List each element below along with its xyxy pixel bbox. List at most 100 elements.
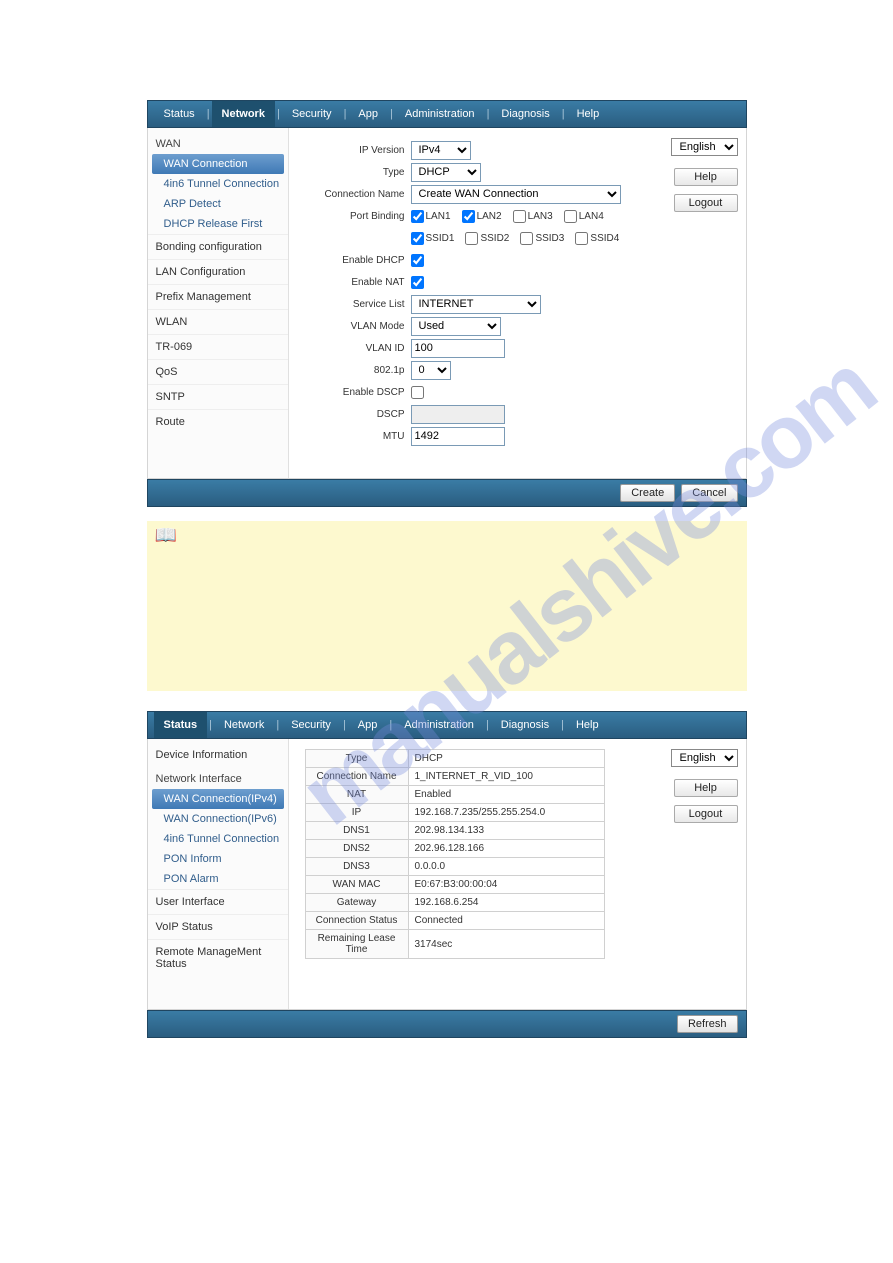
table-row: IP192.168.7.235/255.255.254.0 [305,804,604,822]
sidebar-item-lan[interactable]: LAN Configuration [148,259,288,284]
sidebar-remote-mgmt[interactable]: Remote ManageMent Status [148,939,288,976]
port-binding-row2: SSID1 SSID2 SSID3 SSID4 [411,232,628,245]
label-8021p: 802.1p [295,365,411,376]
tab-security-2[interactable]: Security [281,712,341,738]
label-vlan-mode: VLAN Mode [295,321,411,332]
sidebar-item-pon-alarm[interactable]: PON Alarm [148,869,288,889]
dscp-input [411,405,505,424]
table-row: Gateway192.168.6.254 [305,894,604,912]
label-service-list: Service List [295,299,411,310]
sidebar-item-wan-ipv4[interactable]: WAN Connection(IPv4) [152,789,284,809]
footer: Create Cancel [147,479,747,507]
tab-status[interactable]: Status [154,101,205,127]
sidebar-item-route[interactable]: Route [148,409,288,434]
tab-help[interactable]: Help [567,101,610,127]
chk-lan2[interactable] [462,210,475,223]
sidebar-item-4in6[interactable]: 4in6 Tunnel Connection [148,174,288,194]
sidebar-item-tr069[interactable]: TR-069 [148,334,288,359]
sidebar-item-4in6-2[interactable]: 4in6 Tunnel Connection [148,829,288,849]
vlan-id-input[interactable] [411,339,505,358]
help-button[interactable]: Help [674,168,738,186]
table-row: DNS1202.98.134.133 [305,822,604,840]
tab-diagnosis[interactable]: Diagnosis [491,101,559,127]
service-list-select[interactable]: INTERNET [411,295,541,314]
chk-lan1[interactable] [411,210,424,223]
tab-administration-2[interactable]: Administration [394,712,484,738]
sidebar-item-wlan[interactable]: WLAN [148,309,288,334]
info-area: TypeDHCP Connection Name1_INTERNET_R_VID… [289,739,668,1009]
screenshot-1: Status| Network| Security| App| Administ… [147,100,747,507]
connection-name-select[interactable]: Create WAN Connection [411,185,621,204]
port-binding-row1: LAN1 LAN2 LAN3 LAN4 [411,210,612,223]
status-table: TypeDHCP Connection Name1_INTERNET_R_VID… [305,749,605,959]
chk-enable-dscp[interactable] [411,386,424,399]
sidebar: WAN WAN Connection 4in6 Tunnel Connectio… [148,128,289,478]
table-row: WAN MACE0:67:B3:00:00:04 [305,876,604,894]
sidebar-item-wan-ipv6[interactable]: WAN Connection(IPv6) [148,809,288,829]
table-row: Remaining Lease Time3174sec [305,930,604,959]
refresh-button[interactable]: Refresh [677,1015,738,1033]
sidebar-item-wan-connection[interactable]: WAN Connection [152,154,284,174]
logout-button[interactable]: Logout [674,194,738,212]
tab-app-2[interactable]: App [348,712,388,738]
sidebar-item-bonding[interactable]: Bonding configuration [148,234,288,259]
label-connection-name: Connection Name [295,189,411,200]
tab-security[interactable]: Security [282,101,342,127]
chk-lan3[interactable] [513,210,526,223]
tab-app[interactable]: App [348,101,388,127]
tab-administration[interactable]: Administration [395,101,485,127]
label-ip-version: IP Version [295,145,411,156]
chk-lan4[interactable] [564,210,577,223]
ip-version-select[interactable]: IPv4 [411,141,471,160]
label-vlan-id: VLAN ID [295,343,411,354]
type-select[interactable]: DHCP [411,163,481,182]
language-select[interactable]: English [671,138,738,156]
tab-status-2[interactable]: Status [154,712,208,738]
help-button-2[interactable]: Help [674,779,738,797]
top-nav: Status| Network| Security| App| Administ… [147,100,747,128]
table-row: Connection StatusConnected [305,912,604,930]
table-row: NATEnabled [305,786,604,804]
sidebar-item-sntp[interactable]: SNTP [148,384,288,409]
form-area: IP VersionIPv4 TypeDHCP Connection NameC… [289,128,668,478]
sidebar-item-prefix[interactable]: Prefix Management [148,284,288,309]
cancel-button[interactable]: Cancel [681,484,737,502]
chk-ssid2[interactable] [465,232,478,245]
table-row: TypeDHCP [305,750,604,768]
sidebar-item-dhcp-release[interactable]: DHCP Release First [148,214,288,234]
tab-network[interactable]: Network [212,101,275,127]
chk-enable-nat[interactable] [411,276,424,289]
top-nav-2: Status| Network| Security| App| Administ… [147,711,747,739]
chk-ssid4[interactable] [575,232,588,245]
language-select-2[interactable]: English [671,749,738,767]
screenshot-2: Status| Network| Security| App| Administ… [147,711,747,1038]
sidebar-user-interface[interactable]: User Interface [148,889,288,914]
sidebar-item-qos[interactable]: QoS [148,359,288,384]
sidebar-item-pon-inform[interactable]: PON Inform [148,849,288,869]
chk-ssid3[interactable] [520,232,533,245]
sidebar-voip-status[interactable]: VoIP Status [148,914,288,939]
label-mtu: MTU [295,431,411,442]
chk-enable-dhcp[interactable] [411,254,424,267]
label-enable-dscp: Enable DSCP [295,387,411,398]
book-icon: 📖 [155,525,177,546]
mtu-input[interactable] [411,427,505,446]
right-column-2: English Help Logout [668,739,746,1009]
tab-help-2[interactable]: Help [566,712,609,738]
label-dscp: DSCP [295,409,411,420]
tab-network-2[interactable]: Network [214,712,274,738]
label-enable-nat: Enable NAT [295,277,411,288]
8021p-select[interactable]: 0 [411,361,451,380]
sidebar-device-info[interactable]: Device Information [148,743,288,767]
chk-ssid1[interactable] [411,232,424,245]
sidebar-item-arp-detect[interactable]: ARP Detect [148,194,288,214]
table-row: DNS30.0.0.0 [305,858,604,876]
vlan-mode-select[interactable]: Used [411,317,501,336]
note-box: 📖 [147,521,747,691]
tab-diagnosis-2[interactable]: Diagnosis [491,712,559,738]
create-button[interactable]: Create [620,484,675,502]
sidebar-head-net-if: Network Interface [148,767,288,789]
logout-button-2[interactable]: Logout [674,805,738,823]
label-enable-dhcp: Enable DHCP [295,255,411,266]
footer-2: Refresh [147,1010,747,1038]
